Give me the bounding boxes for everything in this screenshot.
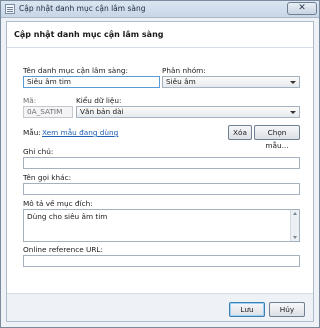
purpose-label: Mô tả về mục đích: xyxy=(23,199,93,208)
purpose-text: Dùng cho siêu âm tim xyxy=(27,212,108,221)
purpose-scrollbar[interactable] xyxy=(290,210,299,241)
url-input[interactable] xyxy=(23,255,300,267)
choose-template-button[interactable]: Chọn mẫu... xyxy=(254,125,300,150)
note-input[interactable] xyxy=(23,157,300,169)
dialog-heading: Cập nhật danh mục cận lâm sàng xyxy=(14,30,164,39)
view-template-link[interactable]: Xem mẫu đang dùng xyxy=(42,128,118,137)
dialog-footer: Lưu Hủy xyxy=(7,293,313,321)
scroll-down-icon[interactable] xyxy=(293,236,297,239)
alias-label: Tên gọi khác: xyxy=(23,173,72,182)
dialog-content: Cập nhật danh mục cận lâm sàng Tên danh … xyxy=(6,21,314,322)
url-label: Online reference URL: xyxy=(23,245,103,254)
dialog-window: Cập nhật danh mục cận lâm sàng ✕ Cập nhậ… xyxy=(0,0,320,328)
chevron-down-icon xyxy=(290,81,296,84)
datatype-label: Kiểu dữ liệu: xyxy=(76,96,122,105)
group-label: Phân nhóm: xyxy=(162,66,206,75)
code-label: Mã: xyxy=(23,96,37,105)
name-label: Tên danh mục cận lâm sàng: xyxy=(23,66,128,75)
template-label: Mẫu: xyxy=(23,128,41,137)
name-input[interactable]: Siêu âm tim xyxy=(23,76,160,88)
code-input: 0A_SATIM xyxy=(23,106,73,118)
purpose-textarea[interactable]: Dùng cho siêu âm tim xyxy=(23,209,300,242)
save-button[interactable]: Lưu xyxy=(229,302,265,317)
chevron-down-icon xyxy=(290,111,296,114)
note-label: Ghi chú: xyxy=(23,147,54,156)
close-button[interactable]: ✕ xyxy=(287,2,317,15)
alias-input[interactable] xyxy=(23,183,300,195)
group-select[interactable]: Siêu âm xyxy=(162,76,300,88)
dialog-header: Cập nhật danh mục cận lâm sàng xyxy=(7,22,313,48)
cancel-button[interactable]: Hủy xyxy=(269,302,305,317)
datatype-select[interactable]: Văn bản dài xyxy=(76,106,300,118)
window-title: Cập nhật danh mục cận lâm sàng xyxy=(19,4,146,13)
delete-template-button[interactable]: Xóa xyxy=(228,125,252,140)
app-window-icon xyxy=(5,4,15,14)
group-select-value: Siêu âm xyxy=(166,77,196,86)
scroll-up-icon[interactable] xyxy=(293,212,297,215)
datatype-select-value: Văn bản dài xyxy=(80,107,124,116)
title-bar: Cập nhật danh mục cận lâm sàng ✕ xyxy=(1,1,319,18)
